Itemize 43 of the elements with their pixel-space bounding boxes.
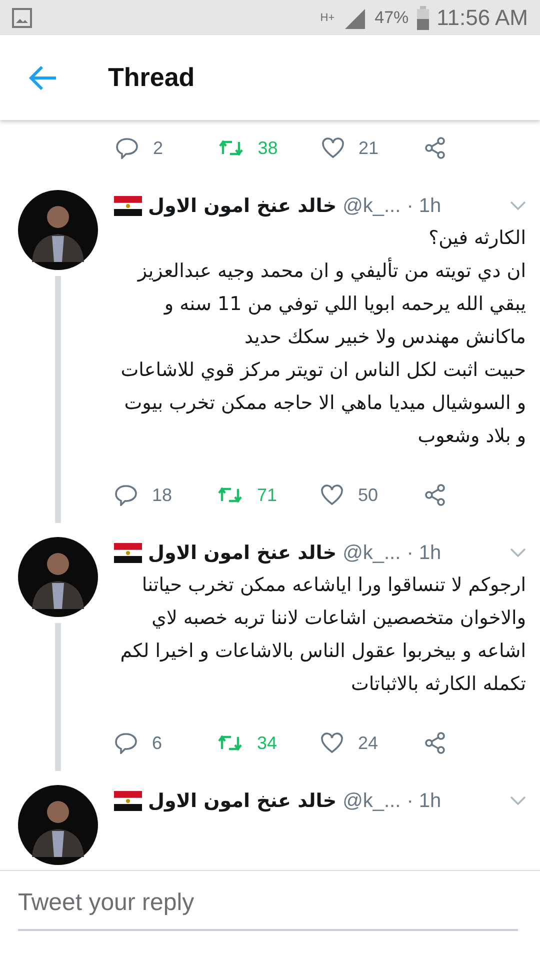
retweet-icon[interactable] bbox=[218, 138, 244, 158]
retweet-icon[interactable] bbox=[217, 733, 243, 753]
like-count: 24 bbox=[358, 732, 378, 754]
author-handle: @k_... bbox=[342, 194, 401, 218]
heart-icon[interactable] bbox=[320, 137, 344, 159]
reply-icon[interactable] bbox=[114, 484, 138, 506]
share-icon[interactable] bbox=[423, 483, 447, 507]
author-name: خالد عنخ امون الاول bbox=[148, 790, 337, 812]
clock: 11:56 AM bbox=[436, 4, 528, 30]
author-handle: @k_... bbox=[342, 542, 401, 564]
gallery-icon bbox=[12, 8, 32, 28]
battery-icon bbox=[416, 6, 429, 30]
reply-count: 18 bbox=[152, 484, 172, 506]
share-icon[interactable] bbox=[423, 136, 448, 160]
reply-icon[interactable] bbox=[114, 732, 138, 754]
tweet-time: · 1h bbox=[406, 542, 442, 564]
like-count: 50 bbox=[358, 484, 378, 506]
flag-icon bbox=[114, 791, 142, 811]
back-arrow-icon[interactable] bbox=[28, 64, 58, 90]
author-name: خالد عنخ امون الاول bbox=[148, 195, 337, 217]
tweet-time: · 1h bbox=[406, 194, 442, 218]
author-handle: @k_... bbox=[342, 790, 401, 812]
retweet-icon[interactable] bbox=[217, 485, 243, 505]
reply-icon[interactable] bbox=[115, 137, 139, 159]
like-count: 21 bbox=[358, 138, 379, 158]
retweet-count: 34 bbox=[257, 732, 278, 754]
tweet-text: ارجوكم لا تنساقوا ورا اياشاعه ممكن تخرب حياتنا والاخوان متخصصين اشاعات لاننا تربه خصبه لاي اشاعه و بيخربوا عقول الناس بالاشاعات و اخيرا لكم تكمله الكارثه بالاثباتات bbox=[119, 573, 526, 697]
flag-icon bbox=[114, 196, 142, 216]
retweet-count: 38 bbox=[258, 138, 278, 158]
reply-count: 6 bbox=[152, 732, 162, 754]
author-name: خالد عنخ امون الاول bbox=[148, 542, 337, 564]
tweet-text: الكارثه فين؟ ان دي تويته من تأليفي و ان محمد وجيه عبدالعزيز يبقي الله يرحمه ابويا اللي توفي من 11 سنه و ماكانش مهندس ولا خبير سكك حديد حبيت اثبت لكل الناس ان تويتر مركز قوي للاشاعات و السوشيال ميديا ماهي الا حاجه ممكن تخرب بيوت و بلاد وشعوب bbox=[120, 226, 526, 449]
retweet-count: 71 bbox=[257, 484, 278, 506]
heart-icon[interactable] bbox=[320, 484, 344, 506]
battery-percent: 47% bbox=[374, 8, 409, 28]
flag-icon bbox=[114, 543, 142, 563]
share-icon[interactable] bbox=[423, 731, 447, 755]
signal-icon bbox=[342, 6, 367, 28]
reply-count: 2 bbox=[153, 138, 164, 158]
network-type: H+ bbox=[320, 12, 335, 24]
heart-icon[interactable] bbox=[320, 732, 344, 754]
header-title: Thread bbox=[108, 62, 195, 93]
tweet-time: · 1h bbox=[406, 790, 442, 812]
